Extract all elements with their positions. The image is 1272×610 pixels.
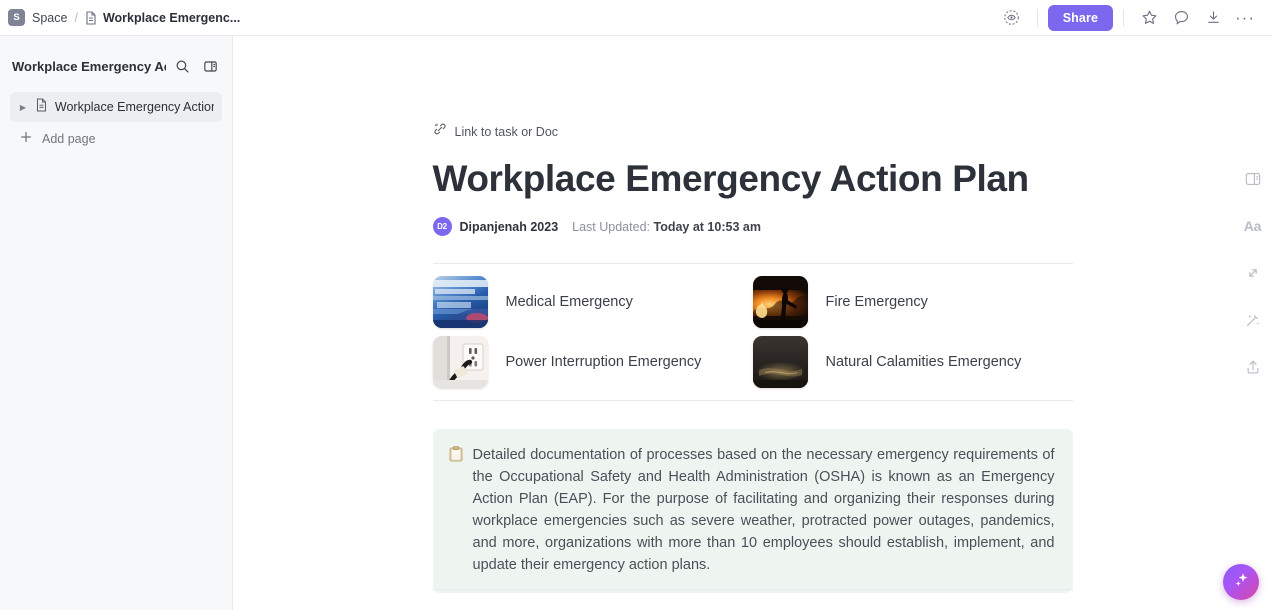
divider-bottom <box>432 589 1073 591</box>
star-icon[interactable] <box>1134 3 1164 33</box>
relationships-icon[interactable] <box>1240 260 1266 286</box>
search-icon[interactable] <box>170 54 194 78</box>
chevron-right-icon[interactable]: ▶ <box>18 103 28 112</box>
breadcrumb-separator: / <box>74 10 78 25</box>
card-label: Natural Calamities Emergency <box>825 354 1022 371</box>
sidebar-item-workplace-emergency-action-plan[interactable]: ▶ Workplace Emergency Action ... <box>10 92 222 122</box>
last-updated: Last Updated: Today at 10:53 am <box>572 220 761 234</box>
ambulance-photo <box>432 276 488 329</box>
clipboard-icon <box>449 446 463 576</box>
emergency-card-grid: Medical Emergency Fire Emergency Power I… <box>432 264 1073 400</box>
app-root: S Space / Workplace Emergenc... Share ··… <box>0 0 1272 610</box>
link-task-icon <box>433 122 447 141</box>
night-storm-photo <box>752 336 808 389</box>
ai-sparkle-icon <box>1232 570 1251 594</box>
privacy-eye-icon[interactable] <box>997 3 1027 33</box>
toolbar-divider-1 <box>1036 8 1038 27</box>
document-area: Link to task or Doc Workplace Emergency … <box>233 36 1272 610</box>
card-medical-emergency[interactable]: Medical Emergency <box>432 276 753 329</box>
card-label: Medical Emergency <box>505 294 633 311</box>
plus-icon <box>19 130 33 149</box>
ai-assistant-button[interactable] <box>1223 564 1259 600</box>
card-fire-emergency[interactable]: Fire Emergency <box>752 276 1073 329</box>
link-to-task-button[interactable]: Link to task or Doc <box>433 122 1073 141</box>
add-page-button[interactable]: Add page <box>10 125 222 153</box>
toolbar-divider-2 <box>1123 8 1124 27</box>
add-page-label: Add page <box>42 132 96 146</box>
avatar[interactable]: D2 <box>432 217 452 237</box>
space-avatar[interactable]: S <box>8 9 25 26</box>
card-label: Fire Emergency <box>825 294 928 311</box>
last-updated-prefix: Last Updated: <box>572 219 650 234</box>
breadcrumb-doc[interactable]: Workplace Emergenc... <box>85 11 240 25</box>
document-meta: D2 Dipanjenah 2023 Last Updated: Today a… <box>432 217 1073 237</box>
page-title[interactable]: Workplace Emergency Action Plan <box>433 158 1073 200</box>
body: Workplace Emergency Actio... ▶ <box>0 36 1272 610</box>
callout-text: Detailed documentation of processes base… <box>472 447 1055 574</box>
top-bar-actions: Share ··· <box>997 3 1260 33</box>
right-toolbar: Aa <box>1233 72 1272 610</box>
breadcrumb: S Space / Workplace Emergenc... <box>8 9 240 26</box>
card-power-interruption-emergency[interactable]: Power Interruption Emergency <box>432 336 753 389</box>
more-options-glyph: ··· <box>1235 8 1255 27</box>
fire-photo <box>752 276 808 329</box>
import-icon[interactable] <box>1198 3 1228 33</box>
divider-below-cards <box>432 400 1073 402</box>
outlet-plug-photo <box>432 336 488 389</box>
ai-wand-icon[interactable] <box>1240 307 1266 333</box>
sidebar-title: Workplace Emergency Actio... <box>12 58 166 74</box>
author-name: Dipanjenah 2023 <box>459 219 559 234</box>
share-export-icon[interactable] <box>1240 354 1266 380</box>
callout-block[interactable]: Detailed documentation of processes base… <box>432 429 1073 594</box>
sidebar-header: Workplace Emergency Actio... <box>10 45 222 87</box>
last-updated-value: Today at 10:53 am <box>653 219 761 234</box>
card-label: Power Interruption Emergency <box>505 354 702 371</box>
panel-toggle-icon[interactable] <box>198 54 222 78</box>
sidebar-item-label: Workplace Emergency Action ... <box>54 100 214 114</box>
page-panel-icon[interactable] <box>1240 166 1266 192</box>
left-sidebar: Workplace Emergency Actio... ▶ <box>0 36 233 610</box>
breadcrumb-doc-title: Workplace Emergenc... <box>102 10 241 25</box>
more-options-icon[interactable]: ··· <box>1230 3 1260 33</box>
card-natural-calamities-emergency[interactable]: Natural Calamities Emergency <box>752 336 1073 389</box>
document: Link to task or Doc Workplace Emergency … <box>432 36 1073 594</box>
link-to-task-label: Link to task or Doc <box>454 124 559 139</box>
breadcrumb-space-label[interactable]: Space <box>32 11 67 25</box>
font-size-icon[interactable]: Aa <box>1240 213 1266 239</box>
comment-icon[interactable] <box>1166 3 1196 33</box>
doc-icon <box>35 97 48 117</box>
font-size-label: Aa <box>1243 218 1262 234</box>
doc-icon <box>85 10 97 25</box>
top-bar: S Space / Workplace Emergenc... Share ··… <box>0 0 1272 36</box>
share-button[interactable]: Share <box>1047 4 1113 31</box>
